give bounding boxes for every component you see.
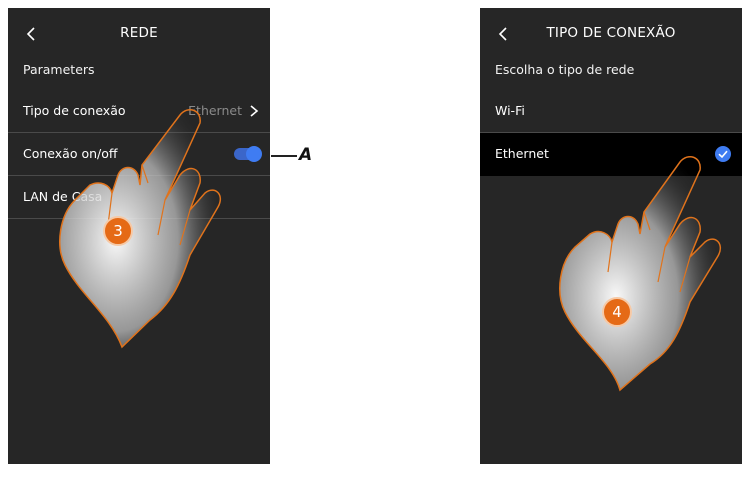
connection-toggle[interactable] [234, 146, 262, 162]
rede-screen: REDE Parameters Tipo de conexão Ethernet… [8, 8, 270, 464]
chevron-right-icon [250, 105, 259, 117]
step-number-badge: 3 [103, 216, 133, 246]
option-wifi[interactable]: Wi-Fi [480, 90, 742, 133]
row-label: Conexão on/off [23, 146, 118, 161]
row-home-lan[interactable]: LAN de Casa [8, 176, 270, 219]
connection-type-value: Ethernet [188, 103, 242, 118]
row-connection-toggle: Conexão on/off [8, 133, 270, 176]
option-ethernet[interactable]: Ethernet [480, 133, 742, 176]
top-bar: REDE [8, 8, 270, 60]
callout-label: A [299, 145, 313, 165]
callout-line [271, 155, 297, 157]
section-label: Escolha o tipo de rede [495, 62, 635, 77]
check-circle-icon [715, 146, 731, 162]
page-title: REDE [120, 25, 158, 41]
row-connection-type[interactable]: Tipo de conexão Ethernet [8, 90, 270, 133]
top-bar: TIPO DE CONEXÃO [480, 8, 742, 60]
row-label: LAN de Casa [23, 189, 103, 204]
toggle-knob [246, 146, 262, 162]
section-label: Parameters [23, 62, 95, 77]
step-number-badge: 4 [602, 297, 632, 327]
option-label: Wi-Fi [495, 103, 525, 118]
page-title: TIPO DE CONEXÃO [546, 25, 676, 41]
option-label: Ethernet [495, 146, 549, 161]
row-label: Tipo de conexão [23, 103, 126, 118]
connection-type-screen: TIPO DE CONEXÃO Escolha o tipo de rede W… [480, 8, 742, 464]
